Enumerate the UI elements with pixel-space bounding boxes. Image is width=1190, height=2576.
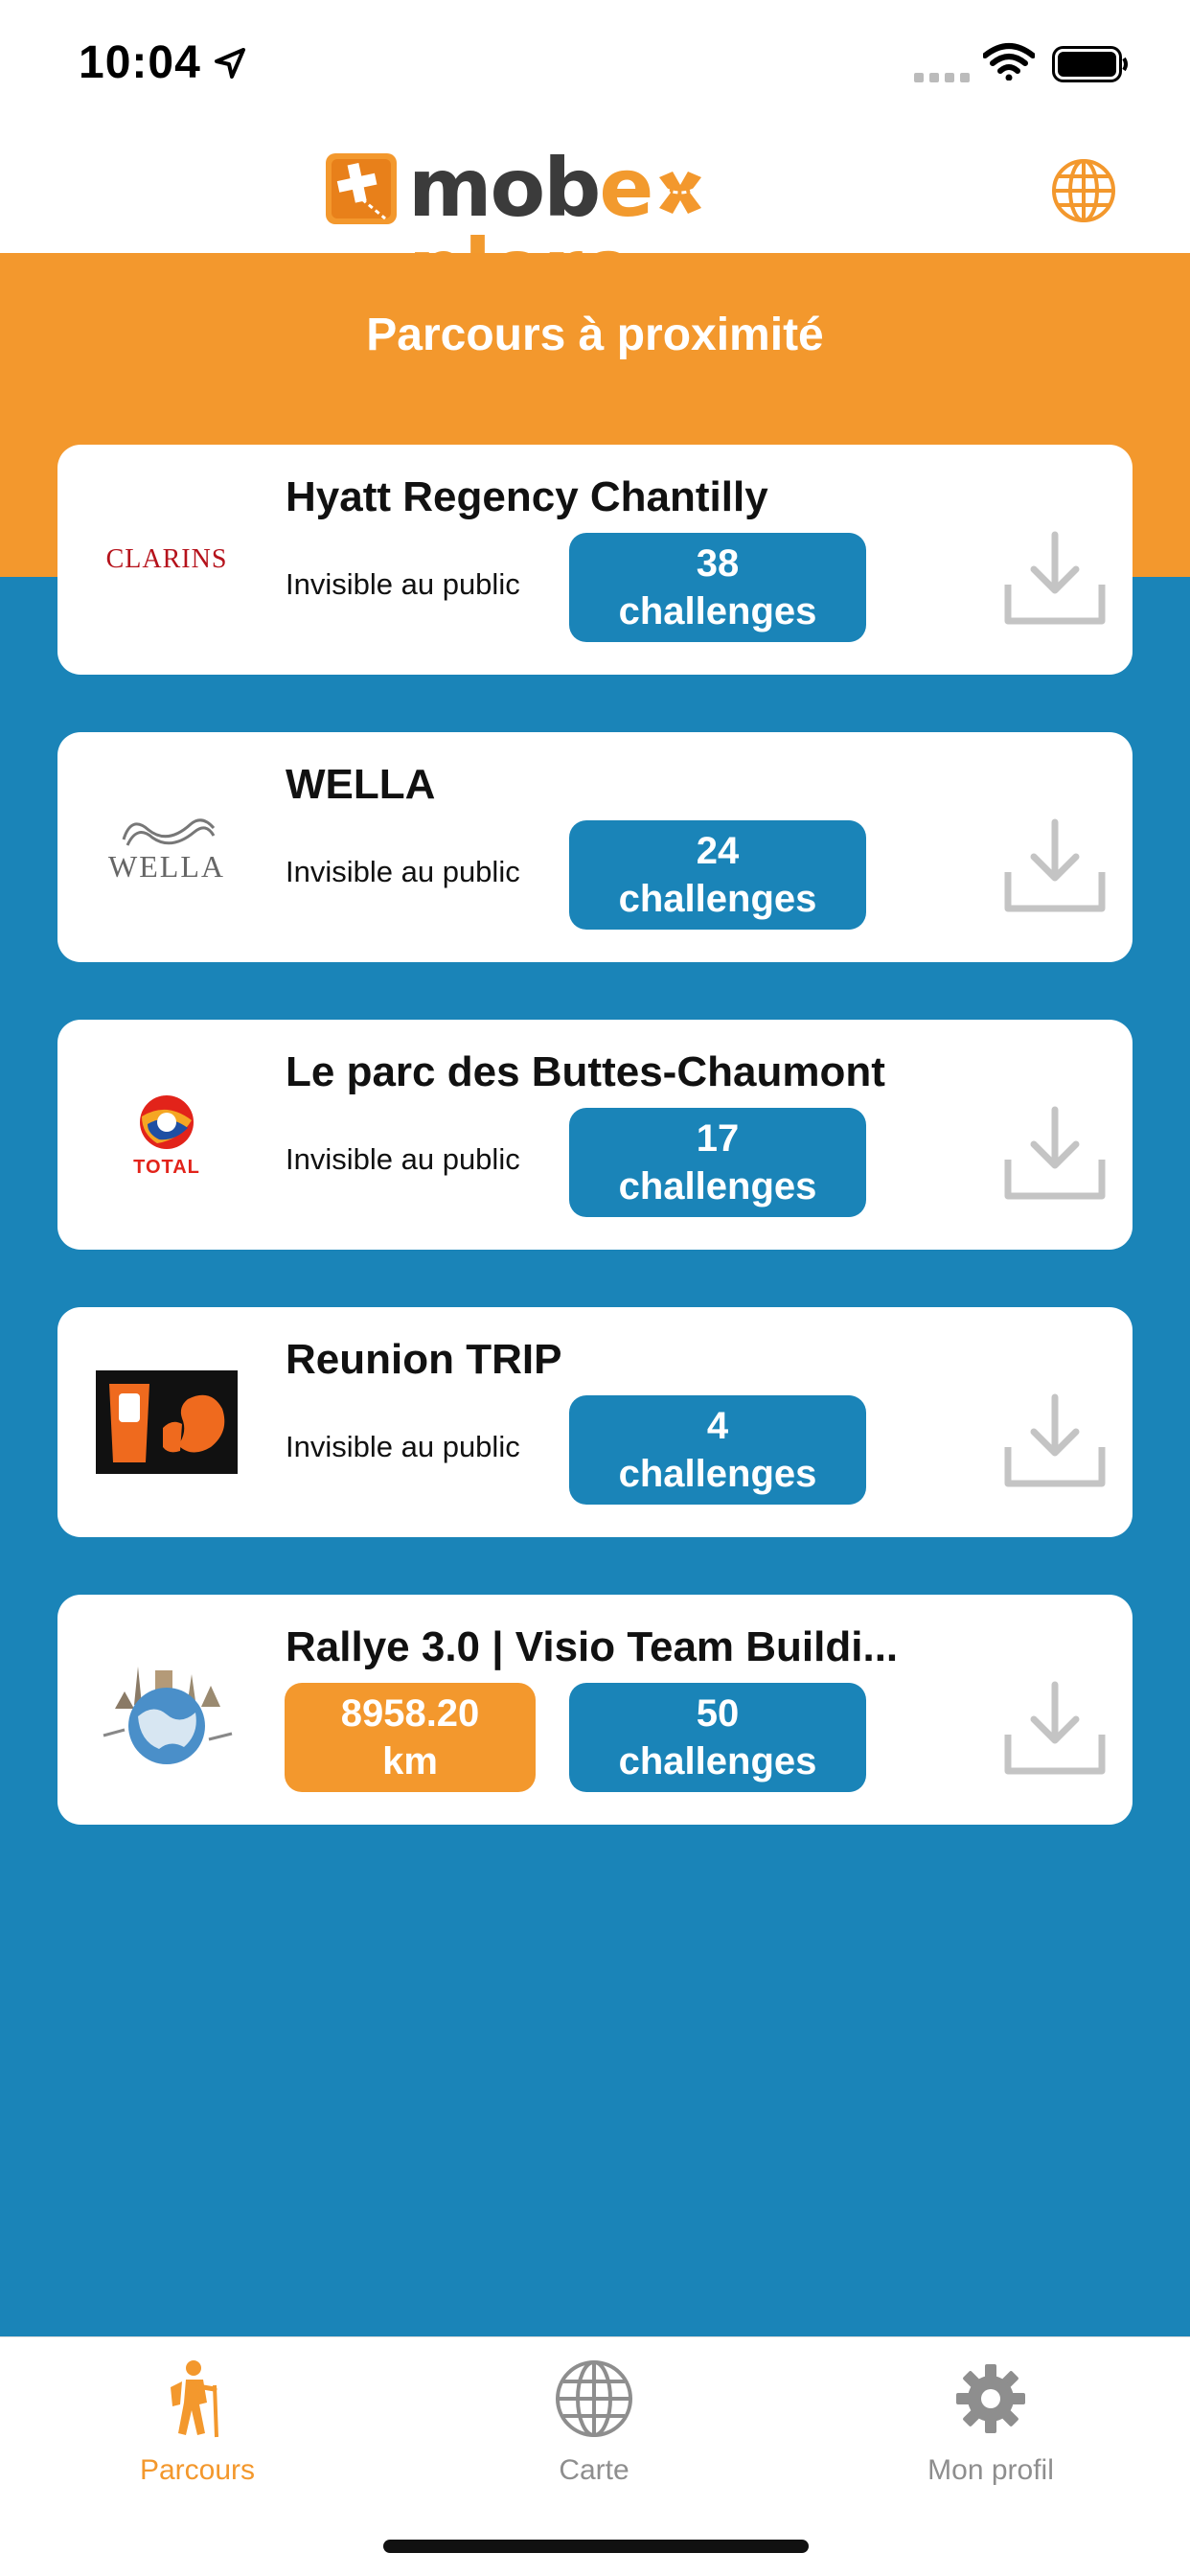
distance-value: 8958.20 [340,1692,480,1735]
logo-mark-icon [326,153,397,224]
download-icon[interactable] [1002,1102,1108,1208]
status-time: 10:04 [79,37,201,88]
challenges-unit: challenges [618,1453,817,1495]
course-title: WELLA [286,761,436,808]
course-card[interactable]: WELLA WELLA Invisible au public 24 chall… [57,732,1133,962]
course-card[interactable]: Reunion TRIP Invisible au public 4 chall… [57,1307,1133,1537]
challenges-badge: 4 challenges [569,1395,866,1505]
location-arrow-icon [215,48,245,79]
total-globe-icon [140,1094,194,1149]
challenges-count: 50 [696,1692,740,1735]
distance-unit: km [382,1740,438,1782]
mobexplore-logo: mobeplore [324,146,870,309]
visibility-label: Invisible au public [286,567,520,601]
course-card[interactable]: Rallye 3.0 | Visio Team Buildi... 8958.2… [57,1595,1133,1825]
tab-parcours[interactable]: Parcours [54,2337,341,2491]
download-icon[interactable] [1002,527,1108,632]
challenges-badge: 50 challenges [569,1683,866,1792]
challenges-unit: challenges [618,878,817,920]
hiker-icon [171,2360,218,2438]
tab-mon-profil[interactable]: Mon profil [847,2337,1134,2491]
challenges-badge: 24 challenges [569,820,866,930]
clarins-logo: CLARINS [96,493,238,627]
course-title: Hyatt Regency Chantilly [286,473,768,520]
challenges-unit: challenges [618,1740,817,1782]
course-title: Le parc des Buttes-Chaumont [286,1048,885,1095]
app-header: mobeplore [0,126,1190,309]
challenges-unit: challenges [618,1165,817,1208]
squirrel-logo [96,1355,238,1489]
challenges-count: 17 [696,1117,740,1160]
wella-logo-text: WELLA [108,848,225,884]
total-logo-text: TOTAL [133,1156,200,1178]
visibility-label: Invisible au public [286,855,520,888]
course-card[interactable]: TOTAL Le parc des Buttes-Chaumont Invisi… [57,1020,1133,1250]
home-indicator[interactable] [383,2540,809,2553]
wifi-icon [983,43,1035,80]
course-card[interactable]: CLARINS Hyatt Regency Chantilly Invisibl… [57,445,1133,675]
battery-icon [1052,46,1128,82]
tab-carte[interactable]: Carte [450,2337,738,2491]
total-logo: TOTAL [96,1068,238,1202]
language-globe-icon[interactable] [1048,155,1119,226]
world-landmarks-icon [103,1667,233,1764]
logo-x-icon [659,172,702,214]
cellular-signal-icon [914,73,970,82]
globe-icon [556,2360,632,2437]
tab-label: Mon profil [927,2454,1054,2486]
challenges-badge: 38 challenges [569,533,866,642]
clarins-logo-text: CLARINS [105,544,228,574]
challenges-count: 24 [696,830,740,872]
challenges-badge: 17 challenges [569,1108,866,1217]
squirrel-icon [96,1370,238,1474]
download-icon[interactable] [1002,1390,1108,1495]
visibility-label: Invisible au public [286,1142,520,1176]
wella-wave-icon [122,817,216,846]
page-title: Parcours à proximité [366,310,824,360]
challenges-count: 38 [696,542,740,585]
tab-label: Parcours [139,2454,256,2486]
visibility-label: Invisible au public [286,1430,520,1463]
distance-badge: 8958.20 km [285,1683,536,1792]
course-title: Reunion TRIP [286,1336,562,1383]
gear-icon [956,2364,1025,2433]
tab-label: Carte [559,2454,629,2486]
wella-logo: WELLA [96,780,238,914]
course-title: Rallye 3.0 | Visio Team Buildi... [286,1623,899,1670]
download-icon[interactable] [1002,1677,1108,1782]
download-icon[interactable] [1002,815,1108,920]
challenges-count: 4 [706,1405,729,1447]
status-bar: 10:04 [0,0,1190,126]
world-landmarks-logo [96,1643,238,1777]
challenges-unit: challenges [618,590,817,632]
